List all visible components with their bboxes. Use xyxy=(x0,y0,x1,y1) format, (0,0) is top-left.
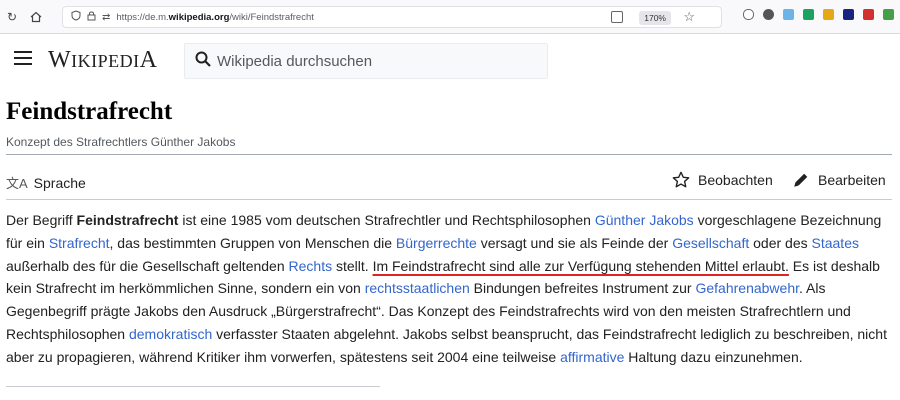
watch-button[interactable]: Beobachten xyxy=(672,171,773,189)
link-staates[interactable]: Staates xyxy=(812,235,859,251)
url-bar[interactable]: ⇄ https://de.m.wikipedia.org/wiki/Feinds… xyxy=(62,6,722,28)
star-icon[interactable]: ☆ xyxy=(683,9,695,25)
extension-icon[interactable] xyxy=(783,9,794,20)
page-actions: 文A Sprache Beobachten Bearbeiten xyxy=(6,163,892,199)
link-guenther-jakobs[interactable]: Günther Jakobs xyxy=(595,212,694,228)
title-divider xyxy=(6,154,892,155)
link-demokratisch[interactable]: demokratisch xyxy=(129,326,212,342)
hamburger-menu-icon[interactable] xyxy=(14,51,32,65)
search-box[interactable] xyxy=(184,43,548,79)
wikipedia-wordmark[interactable]: WIKIPEDIA xyxy=(48,47,158,74)
link-gesellschaft[interactable]: Gesellschaft xyxy=(672,235,749,251)
actions-divider xyxy=(6,199,892,200)
search-icon xyxy=(195,51,211,72)
home-icon[interactable] xyxy=(26,7,46,27)
permissions-icon[interactable]: ⇄ xyxy=(102,12,110,23)
page-subtitle: Konzept des Strafrechtlers Günther Jakob… xyxy=(6,135,236,149)
wikipedia-header: WIKIPEDIA xyxy=(0,35,900,85)
article-paragraph: Der Begriff Feindstrafrecht ist eine 198… xyxy=(6,212,887,365)
link-gefahrenabwehr[interactable]: Gefahrenabwehr xyxy=(695,280,799,296)
pocket-icon[interactable] xyxy=(743,9,754,20)
language-button[interactable]: 文A Sprache xyxy=(6,173,86,192)
bold-term: Feindstrafrecht xyxy=(76,212,179,228)
edit-button[interactable]: Bearbeiten xyxy=(792,171,886,189)
lock-icon[interactable] xyxy=(87,10,96,24)
page-title: Feindstrafrecht xyxy=(6,98,173,125)
search-input[interactable] xyxy=(217,52,537,70)
link-buergerrechte[interactable]: Bürgerrechte xyxy=(396,235,477,251)
translate-icon: 文A xyxy=(6,176,28,191)
pencil-icon xyxy=(794,173,808,187)
language-label: Sprache xyxy=(33,174,86,191)
extension-icon[interactable] xyxy=(763,9,774,20)
extension-icon[interactable] xyxy=(863,9,874,20)
link-strafrecht[interactable]: Strafrecht xyxy=(49,235,110,251)
link-rechtsstaatlichen[interactable]: rechtsstaatlichen xyxy=(365,280,470,296)
browser-toolbar: ↻ ⇄ https://de.m.wikipedia.org/wiki/Fein… xyxy=(0,0,900,34)
edit-label: Bearbeiten xyxy=(818,172,886,188)
extensions-row xyxy=(743,9,894,20)
extension-icon[interactable] xyxy=(843,9,854,20)
url-text: https://de.m.wikipedia.org/wiki/Feindstr… xyxy=(116,11,314,23)
back-arrow-icon[interactable]: ↻ xyxy=(2,7,22,27)
extension-icon[interactable] xyxy=(883,9,894,20)
link-affirmative[interactable]: affirmative xyxy=(560,349,624,365)
infobox-divider xyxy=(6,386,380,387)
extension-icon[interactable] xyxy=(823,9,834,20)
star-outline-icon xyxy=(672,171,690,188)
extension-icon[interactable] xyxy=(803,9,814,20)
shield-icon[interactable] xyxy=(71,10,81,24)
watch-label: Beobachten xyxy=(698,172,773,188)
reader-view-icon[interactable] xyxy=(611,11,623,23)
highlighted-sentence: Im Feindstrafrecht sind alle zur Verfügu… xyxy=(372,257,789,274)
zoom-level-badge[interactable]: 170% xyxy=(639,11,671,25)
link-rechts[interactable]: Rechts xyxy=(289,258,333,274)
